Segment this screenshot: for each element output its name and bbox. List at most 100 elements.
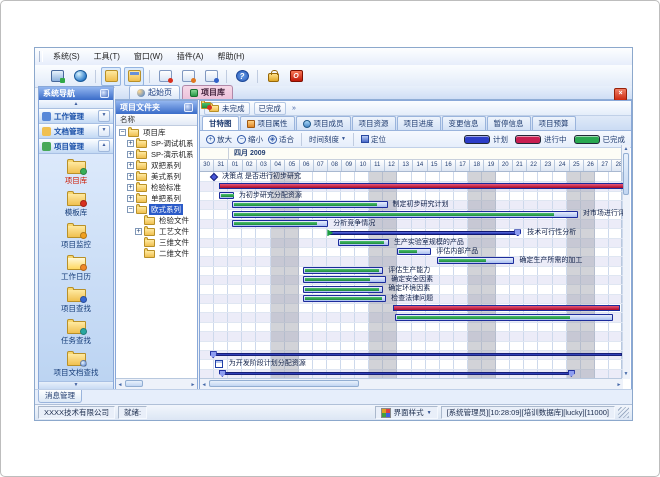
pin-icon[interactable] xyxy=(184,103,193,112)
menu-item-0[interactable]: 系统(S) xyxy=(47,50,86,63)
tab-项目成员[interactable]: 项目成员 xyxy=(296,116,351,130)
tree-item-label[interactable]: SP-调试机系 xyxy=(149,138,196,149)
scroll-down-icon[interactable]: ▼ xyxy=(622,370,630,379)
overflow-chevron-icon[interactable]: » xyxy=(292,105,296,112)
sidebar-section-工作管理[interactable]: 工作管理▼ xyxy=(39,109,113,124)
gantt-progress-bar[interactable] xyxy=(393,305,620,311)
tree-item-项目库[interactable]: − 项目库 xyxy=(116,127,197,138)
menu-item-2[interactable]: 窗口(W) xyxy=(128,50,169,63)
zoom-out-button[interactable]: −缩小 xyxy=(237,134,263,145)
gantt-chart-area[interactable]: 决策点 是否进行初步研究为初步研究分配资源制定初步研究计划对市场进行评估分析竞争… xyxy=(200,172,623,378)
tab-项目预算[interactable]: 项目预算 xyxy=(532,116,576,130)
collapse-minus-icon[interactable]: − xyxy=(119,129,126,136)
tree-item-检验标准[interactable]: + 检验标准 xyxy=(116,182,197,193)
sidebar-item-项目查找[interactable]: 项目查找 xyxy=(39,285,113,317)
expand-plus-icon[interactable]: + xyxy=(135,228,142,235)
globe-button[interactable] xyxy=(70,67,90,86)
gantt-task-bar[interactable] xyxy=(303,295,386,302)
lock-button[interactable] xyxy=(263,67,283,86)
menu-item-3[interactable]: 插件(A) xyxy=(171,50,210,63)
gantt-task-bar[interactable] xyxy=(219,192,234,199)
expand-plus-icon[interactable]: + xyxy=(127,173,134,180)
sidebar-more-strip[interactable]: ▼ xyxy=(39,381,113,389)
tree-column-header[interactable]: 名称 xyxy=(116,114,197,126)
tab-项目资源[interactable]: 项目资源 xyxy=(352,116,396,130)
gantt-task-bar[interactable] xyxy=(303,286,383,293)
fit-button[interactable]: ◈适合 xyxy=(268,134,294,145)
scrollbar-thumb[interactable] xyxy=(623,153,629,195)
tree-item-label[interactable]: SP-演示机系 xyxy=(149,149,196,160)
gantt-task-bar[interactable] xyxy=(232,201,387,208)
message-send-button[interactable] xyxy=(201,67,221,86)
expand-plus-icon[interactable]: + xyxy=(127,140,134,147)
tree-item-欧式系列[interactable]: − 欧式系列 xyxy=(116,204,197,215)
tree-item-label[interactable]: 三维文件 xyxy=(157,237,191,248)
help-button[interactable] xyxy=(232,67,252,86)
gantt-task-bar[interactable] xyxy=(338,239,389,246)
tree-item-SP-调试机系[interactable]: + SP-调试机系 xyxy=(116,138,197,149)
message-read-button[interactable] xyxy=(178,67,198,86)
chevron-down-icon[interactable]: ▼ xyxy=(98,110,110,122)
interface-style-dropdown[interactable]: 界面样式 ▼ xyxy=(375,406,438,419)
tab-甘特图[interactable]: 甘特图 xyxy=(202,116,239,130)
sidebar-item-项目文档查找[interactable]: 项目文档查找 xyxy=(39,349,113,381)
zoom-in-button[interactable]: +放大 xyxy=(206,134,232,145)
tree-item-三维文件[interactable]: 三维文件 xyxy=(116,237,197,248)
sidebar-collapse-strip[interactable]: ▲ xyxy=(39,100,113,109)
power-button[interactable] xyxy=(286,67,306,86)
filter-已完成[interactable]: 已完成 xyxy=(254,102,287,115)
sidebar-item-项目库[interactable]: 项目库 xyxy=(39,158,113,190)
tree-item-label[interactable]: 美式系列 xyxy=(149,171,183,182)
open-folder-button[interactable] xyxy=(101,67,121,86)
gantt-task-bar[interactable] xyxy=(303,267,383,274)
tree-item-label[interactable]: 欧式系列 xyxy=(149,204,183,215)
expand-plus-icon[interactable]: + xyxy=(127,184,134,191)
chevron-down-icon[interactable]: ▼ xyxy=(98,125,110,137)
tree-item-label[interactable]: 双把系列 xyxy=(149,160,183,171)
sidebar-item-工作日历[interactable]: 工作日历 xyxy=(39,254,113,286)
expand-plus-icon[interactable]: + xyxy=(127,195,134,202)
pin-icon[interactable] xyxy=(100,89,109,98)
gantt-milestone[interactable] xyxy=(210,173,218,181)
gantt-task-icon[interactable] xyxy=(215,360,223,368)
tree-item-美式系列[interactable]: + 美式系列 xyxy=(116,171,197,182)
tab-项目属性[interactable]: 项目属性 xyxy=(240,116,295,130)
gantt-horizontal-scrollbar[interactable]: ◄ ► xyxy=(200,378,623,389)
menu-grip[interactable] xyxy=(39,51,43,62)
tree-item-SP-演示机系[interactable]: +SP-演示机系 xyxy=(116,149,197,160)
scrollbar-thumb[interactable] xyxy=(209,380,359,387)
tree-item-工艺文件[interactable]: + 工艺文件 xyxy=(116,226,197,237)
gantt-task-bar[interactable] xyxy=(303,276,386,283)
message-management-tab[interactable]: 消息管理 xyxy=(38,390,82,403)
gantt-task-bar[interactable] xyxy=(397,248,431,255)
resize-grip[interactable] xyxy=(618,407,629,418)
message-button[interactable] xyxy=(155,67,175,86)
gantt-summary-thin-bar[interactable] xyxy=(213,353,622,356)
gantt-task-bar[interactable] xyxy=(232,220,328,227)
expand-plus-icon[interactable]: + xyxy=(127,162,134,169)
scrollbar-thumb[interactable] xyxy=(125,380,143,387)
menu-item-4[interactable]: 帮助(H) xyxy=(211,50,250,63)
gantt-summary-thin-bar[interactable] xyxy=(222,372,571,375)
monitor-button[interactable] xyxy=(47,67,67,86)
sidebar-section-项目管理[interactable]: 项目管理▲ xyxy=(39,139,113,154)
sidebar-item-模板库[interactable]: 模板库 xyxy=(39,190,113,222)
tree-item-label[interactable]: 项目库 xyxy=(141,127,168,138)
tree-horizontal-scrollbar[interactable]: ◄ ► xyxy=(116,378,197,389)
sidebar-item-项目监控[interactable]: 项目监控 xyxy=(39,222,113,254)
gantt-task-bar[interactable] xyxy=(437,257,515,264)
tree-item-单把系列[interactable]: +单把系列 xyxy=(116,193,197,204)
tree-item-二维文件[interactable]: 二维文件 xyxy=(116,248,197,259)
tab-变更信息[interactable]: 变更信息 xyxy=(442,116,486,130)
tree-item-label[interactable]: 工艺文件 xyxy=(157,226,191,237)
tree-item-label[interactable]: 检验标准 xyxy=(149,182,183,193)
tab-起始页[interactable]: 起始页 xyxy=(129,85,180,99)
collapse-minus-icon[interactable]: − xyxy=(127,206,134,213)
tab-项目进度[interactable]: 项目进度 xyxy=(397,116,441,130)
tree-item-label[interactable]: 二维文件 xyxy=(157,248,191,259)
chevron-up-icon[interactable]: ▲ xyxy=(98,140,110,152)
gantt-task-bar[interactable] xyxy=(232,211,577,218)
gantt-progress-bar[interactable] xyxy=(219,183,623,189)
tree-item-检验文件[interactable]: 检验文件 xyxy=(116,215,197,226)
sidebar-item-任务查找[interactable]: 任务查找 xyxy=(39,317,113,349)
